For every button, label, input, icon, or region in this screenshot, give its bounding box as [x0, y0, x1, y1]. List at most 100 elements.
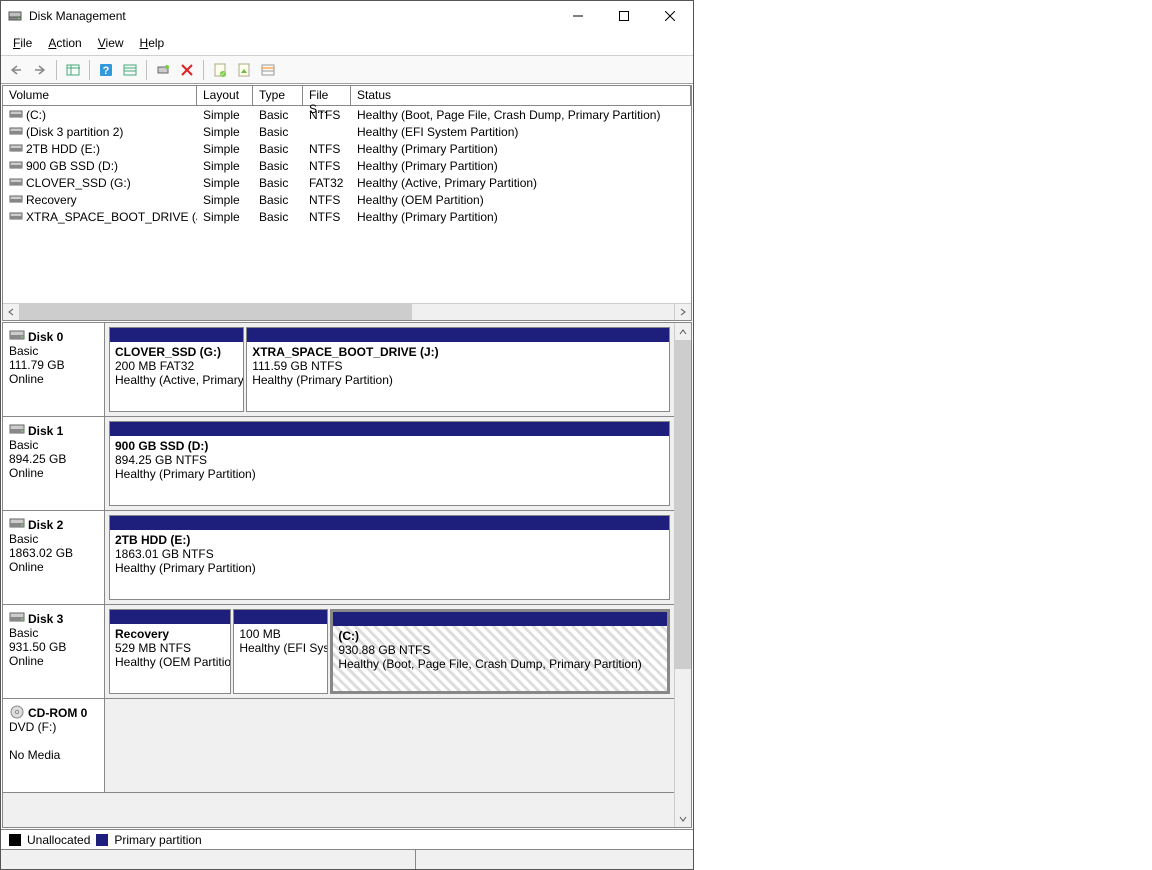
menu-help[interactable]: Help	[134, 34, 171, 52]
menu-file[interactable]: File	[7, 34, 38, 52]
partition-color-bar	[110, 516, 669, 530]
partition[interactable]: CLOVER_SSD (G:)200 MB FAT32Healthy (Acti…	[109, 327, 244, 412]
list-button[interactable]	[257, 59, 279, 81]
partition-container: CLOVER_SSD (G:)200 MB FAT32Healthy (Acti…	[105, 323, 674, 416]
disk-row: Disk 0Basic111.79 GBOnlineCLOVER_SSD (G:…	[3, 323, 674, 417]
volume-type: Basic	[253, 176, 303, 190]
maximize-button[interactable]	[601, 1, 647, 31]
partition-health: Healthy (Active, Primary Partition)	[115, 373, 238, 387]
volume-row[interactable]: 2TB HDD (E:)SimpleBasicNTFSHealthy (Prim…	[3, 140, 691, 157]
disk-label[interactable]: CD-ROM 0DVD (F:) No Media	[3, 699, 105, 792]
volume-row[interactable]: RecoverySimpleBasicNTFSHealthy (OEM Part…	[3, 191, 691, 208]
volume-layout: Simple	[197, 159, 253, 173]
volume-row[interactable]: (Disk 3 partition 2)SimpleBasicHealthy (…	[3, 123, 691, 140]
volume-filesystem: NTFS	[303, 193, 351, 207]
drive-icon	[9, 109, 23, 119]
volume-status: Healthy (Active, Primary Partition)	[351, 176, 691, 190]
volume-layout: Simple	[197, 108, 253, 122]
partition-name: Recovery	[115, 627, 225, 641]
partition-name: (C:)	[338, 629, 662, 643]
partition-name: XTRA_SPACE_BOOT_DRIVE (J:)	[252, 345, 664, 359]
disk-row: Disk 3Basic931.50 GBOnlineRecovery529 MB…	[3, 605, 674, 699]
scroll-thumb[interactable]	[675, 340, 691, 669]
scroll-left-button[interactable]	[3, 304, 20, 320]
disk-state: No Media	[9, 748, 98, 762]
partition-color-bar	[110, 422, 669, 436]
action-button[interactable]	[233, 59, 255, 81]
partition[interactable]: (C:)930.88 GB NTFSHealthy (Boot, Page Fi…	[330, 609, 670, 694]
refresh-button[interactable]	[152, 59, 174, 81]
drive-icon	[9, 177, 23, 187]
minimize-button[interactable]	[555, 1, 601, 31]
volume-row[interactable]: 900 GB SSD (D:)SimpleBasicNTFSHealthy (P…	[3, 157, 691, 174]
menu-bar: File Action View Help	[1, 31, 693, 56]
disk-label[interactable]: Disk 2Basic1863.02 GBOnline	[3, 511, 105, 604]
status-segment	[1, 850, 416, 869]
disk-management-window: Disk Management File Action View Help	[0, 0, 694, 870]
volume-name: CLOVER_SSD (G:)	[26, 176, 131, 190]
disk-type: Basic	[9, 626, 98, 640]
volume-row[interactable]: (C:)SimpleBasicNTFSHealthy (Boot, Page F…	[3, 106, 691, 123]
column-header-volume[interactable]: Volume	[3, 86, 197, 105]
volume-row[interactable]: CLOVER_SSD (G:)SimpleBasicFAT32Healthy (…	[3, 174, 691, 191]
close-button[interactable]	[647, 1, 693, 31]
vertical-scrollbar[interactable]	[674, 323, 691, 827]
partition[interactable]: XTRA_SPACE_BOOT_DRIVE (J:)111.59 GB NTFS…	[246, 327, 670, 412]
settings-button[interactable]	[119, 59, 141, 81]
volume-name: 900 GB SSD (D:)	[26, 159, 118, 173]
disk-label[interactable]: Disk 0Basic111.79 GBOnline	[3, 323, 105, 416]
volume-row[interactable]: XTRA_SPACE_BOOT_DRIVE (J:)SimpleBasicNTF…	[3, 208, 691, 225]
menu-view[interactable]: View	[92, 34, 130, 52]
partition[interactable]: 2TB HDD (E:)1863.01 GB NTFSHealthy (Prim…	[109, 515, 670, 600]
volume-type: Basic	[253, 159, 303, 173]
status-segment	[416, 850, 693, 869]
drive-icon	[9, 160, 23, 170]
scroll-down-button[interactable]	[675, 810, 691, 827]
disk-row: CD-ROM 0DVD (F:) No Media	[3, 699, 674, 793]
column-header-type[interactable]: Type	[253, 86, 303, 105]
menu-action[interactable]: Action	[42, 34, 87, 52]
delete-button[interactable]	[176, 59, 198, 81]
partition[interactable]: 100 MBHealthy (EFI System Partition)	[233, 609, 328, 694]
partition-container: 900 GB SSD (D:)894.25 GB NTFSHealthy (Pr…	[105, 417, 674, 510]
drive-icon	[9, 211, 23, 221]
disk-name: Disk 3	[28, 612, 63, 626]
show-hide-tree-button[interactable]	[62, 59, 84, 81]
column-header-status[interactable]: Status	[351, 86, 691, 105]
toolbar-separator	[203, 60, 204, 80]
scroll-right-button[interactable]	[674, 304, 691, 320]
scroll-track[interactable]	[675, 340, 691, 810]
column-header-filesystem[interactable]: File S...	[303, 86, 351, 105]
scroll-track[interactable]	[20, 304, 674, 320]
toolbar-separator	[146, 60, 147, 80]
volume-layout: Simple	[197, 125, 253, 139]
partition-info: 1863.01 GB NTFS	[115, 547, 664, 561]
horizontal-scrollbar[interactable]	[3, 303, 691, 320]
title-bar: Disk Management	[1, 1, 693, 31]
hdd-icon	[9, 517, 25, 529]
disk-type: Basic	[9, 344, 98, 358]
disk-type: DVD (F:)	[9, 720, 98, 734]
partition-info: 100 MB	[239, 627, 322, 641]
properties-button[interactable]: ✓	[209, 59, 231, 81]
window-title: Disk Management	[29, 9, 126, 23]
column-header-layout[interactable]: Layout	[197, 86, 253, 105]
drive-icon	[9, 194, 23, 204]
partition[interactable]: 900 GB SSD (D:)894.25 GB NTFSHealthy (Pr…	[109, 421, 670, 506]
scroll-up-button[interactable]	[675, 323, 691, 340]
hdd-icon	[9, 611, 25, 623]
volume-filesystem: FAT32	[303, 176, 351, 190]
partition-container: 2TB HDD (E:)1863.01 GB NTFSHealthy (Prim…	[105, 511, 674, 604]
volume-name: XTRA_SPACE_BOOT_DRIVE (J:)	[26, 210, 197, 224]
partition-info: 200 MB FAT32	[115, 359, 238, 373]
partition[interactable]: Recovery529 MB NTFSHealthy (OEM Partitio…	[109, 609, 231, 694]
disk-label[interactable]: Disk 3Basic931.50 GBOnline	[3, 605, 105, 698]
disk-label[interactable]: Disk 1Basic894.25 GBOnline	[3, 417, 105, 510]
volume-rows: (C:)SimpleBasicNTFSHealthy (Boot, Page F…	[3, 106, 691, 303]
forward-button[interactable]	[29, 59, 51, 81]
partition-info: 529 MB NTFS	[115, 641, 225, 655]
help-button[interactable]: ?	[95, 59, 117, 81]
scroll-thumb[interactable]	[20, 304, 412, 320]
back-button[interactable]	[5, 59, 27, 81]
volume-status: Healthy (EFI System Partition)	[351, 125, 691, 139]
